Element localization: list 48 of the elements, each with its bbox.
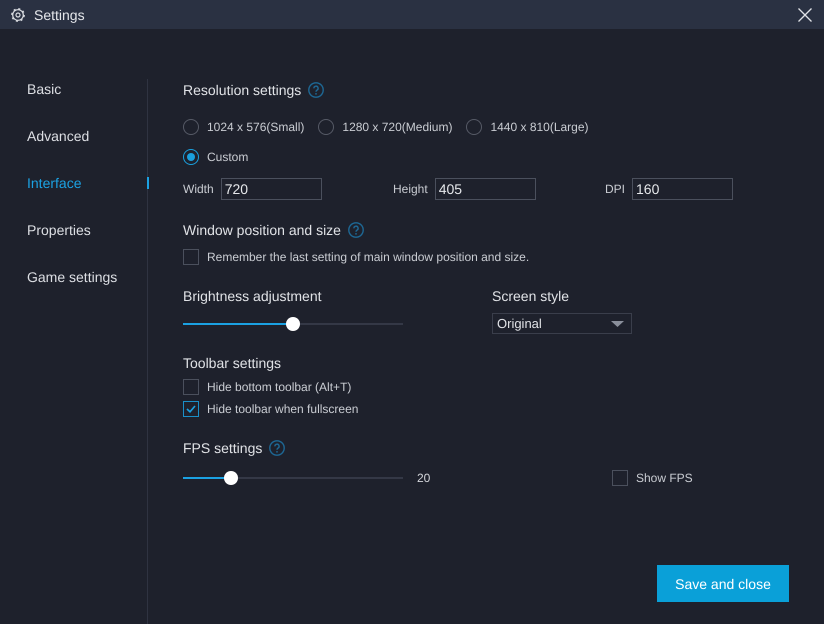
radio-option[interactable]: 1280 x 720(Medium) <box>318 119 452 135</box>
radio-option[interactable]: 1024 x 576(Small) <box>183 119 304 135</box>
section-heading: Resolution settings <box>183 81 302 100</box>
help-icon[interactable] <box>308 82 324 98</box>
radio-option[interactable]: Custom <box>183 149 248 165</box>
selected-indicator <box>147 177 149 189</box>
help-icon[interactable] <box>348 222 364 238</box>
section-heading: Screen style <box>492 287 570 306</box>
sidebar-item[interactable]: Basic <box>27 79 147 99</box>
checkbox[interactable] <box>183 401 199 417</box>
checkbox[interactable] <box>183 379 199 395</box>
slider[interactable] <box>183 471 403 485</box>
sidebar-item[interactable]: Properties <box>27 220 147 240</box>
field-label: Width <box>183 182 214 196</box>
radio-button[interactable] <box>466 119 482 135</box>
slider-value: 20 <box>417 471 430 485</box>
slider-thumb[interactable] <box>224 471 238 485</box>
checkbox-option[interactable]: Remember the last setting of main window position and size. <box>183 249 530 265</box>
close-icon[interactable] <box>798 8 812 22</box>
field-label: Height <box>393 182 428 196</box>
section-heading: FPS settings <box>183 439 262 458</box>
dropdown[interactable]: Original <box>492 313 632 334</box>
checkbox-option[interactable]: Hide bottom toolbar (Alt+T) <box>183 379 352 395</box>
radio-button[interactable] <box>183 149 199 165</box>
check-icon <box>186 405 196 413</box>
input-field[interactable]: 720 <box>220 178 322 200</box>
slider-thumb[interactable] <box>286 316 300 330</box>
checkbox[interactable] <box>183 249 199 265</box>
input-field[interactable]: 160 <box>632 178 734 200</box>
sidebar-item[interactable]: Game settings <box>27 267 147 287</box>
radio-button[interactable] <box>183 119 199 135</box>
section-heading: Window position and size <box>183 221 341 240</box>
checkbox-option[interactable]: Show FPS <box>612 470 693 486</box>
sidebar-item[interactable]: Advanced <box>27 126 147 146</box>
sidebar-item[interactable]: Interface <box>27 173 147 193</box>
help-icon[interactable] <box>269 440 286 456</box>
section-heading: Toolbar settings <box>183 354 282 373</box>
checkbox-option[interactable]: Hide toolbar when fullscreen <box>183 401 358 417</box>
input-field[interactable]: 405 <box>434 178 536 200</box>
checkbox[interactable] <box>612 470 628 486</box>
caret-icon <box>611 320 624 326</box>
slider[interactable] <box>183 316 403 330</box>
gear-icon <box>11 8 25 22</box>
radio-option[interactable]: 1440 x 810(Large) <box>466 119 589 135</box>
field-label: DPI <box>605 182 626 196</box>
radio-button[interactable] <box>318 119 334 135</box>
window-title: Settings <box>34 6 85 24</box>
section-heading: Brightness adjustment <box>183 287 322 306</box>
